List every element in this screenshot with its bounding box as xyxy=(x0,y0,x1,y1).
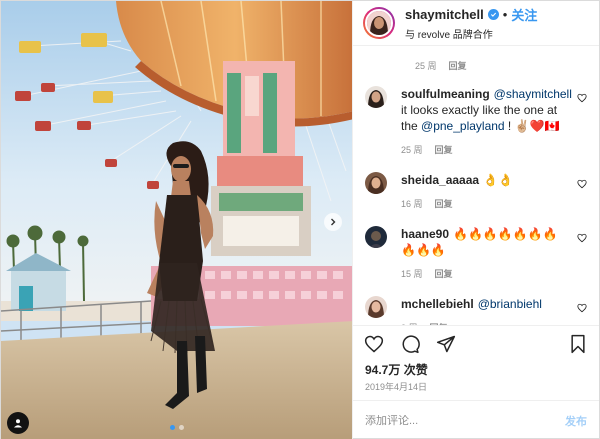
comment-time: 25 周 xyxy=(415,61,437,71)
carousel-dot xyxy=(178,425,184,430)
reply-button[interactable]: 回复 xyxy=(449,59,467,72)
mention-link[interactable]: @shaymitchell xyxy=(494,87,572,101)
paid-partnership-label[interactable]: 与 revolve 品牌合作 xyxy=(405,26,537,41)
add-comment-bar: 发布 xyxy=(353,400,599,439)
comment-time: 3 周 xyxy=(401,320,418,325)
follow-button[interactable]: 关注 xyxy=(511,5,537,24)
comment-meta: 15 周 回复 xyxy=(401,266,569,282)
comment-time: 16 周 xyxy=(401,199,423,209)
comment-time: 25 周 xyxy=(401,145,423,155)
commenter-username[interactable]: sheida_aaaaa xyxy=(401,173,479,187)
reply-button[interactable]: 回复 xyxy=(435,142,453,158)
comment-time: 15 周 xyxy=(401,269,423,279)
post-action-bar xyxy=(353,325,599,361)
publish-button[interactable]: 发布 xyxy=(565,413,587,429)
commenter-avatar[interactable] xyxy=(365,172,387,194)
commenter-username[interactable]: mchellebiehl xyxy=(401,297,474,311)
user-tag-icon[interactable] xyxy=(7,412,29,434)
bookmark-icon[interactable] xyxy=(567,333,589,355)
comment-meta: 25 周 回复 xyxy=(365,46,587,72)
comment-item: sheida_aaaaa 👌👌 16 周 回复 xyxy=(365,172,587,212)
post-side-panel: shaymitchell • 关注 与 revolve 品牌合作 25 周 回复 xyxy=(352,1,599,439)
heart-outline-icon[interactable] xyxy=(363,333,385,355)
verified-badge-icon xyxy=(487,9,499,20)
like-count[interactable]: 94.7万 次赞 xyxy=(353,361,599,378)
comment-item: mchellebiehl @brianbiehl 3 周 回复 xyxy=(365,296,587,325)
post-photo[interactable] xyxy=(1,1,352,439)
carousel-dot-active xyxy=(169,425,175,430)
comment-item: soulfulmeaning @shaymitchell it looks exa… xyxy=(365,86,587,158)
comment-like-heart-icon[interactable] xyxy=(577,90,587,108)
comment-item: haane90 🔥🔥🔥🔥🔥🔥🔥🔥🔥🔥 15 周 回复 xyxy=(365,226,587,282)
separator-dot: • xyxy=(502,7,508,22)
comment-text: 👌👌 xyxy=(483,173,513,187)
reply-button[interactable]: 回复 xyxy=(435,266,453,282)
commenter-avatar[interactable] xyxy=(365,296,387,318)
comments-list[interactable]: 25 周 回复 soulfulmeaning @shaymitchell it l… xyxy=(353,46,599,325)
carnival-photo-illustration xyxy=(1,1,352,439)
comment-bubble-icon[interactable] xyxy=(399,333,421,355)
post-date: 2019年4月14日 xyxy=(365,382,428,392)
post-header: shaymitchell • 关注 与 revolve 品牌合作 xyxy=(353,1,599,46)
next-photo-arrow-icon[interactable] xyxy=(324,213,342,231)
commenter-username[interactable]: soulfulmeaning xyxy=(401,87,490,101)
commenter-avatar[interactable] xyxy=(365,226,387,248)
reply-button[interactable]: 回复 xyxy=(430,320,448,325)
instagram-post: shaymitchell • 关注 与 revolve 品牌合作 25 周 回复 xyxy=(0,0,600,439)
comment-meta: 3 周 回复 xyxy=(401,320,569,325)
commenter-username[interactable]: haane90 xyxy=(401,227,449,241)
comment-meta: 16 周 回复 xyxy=(401,196,569,212)
mention-link[interactable]: @brianbiehl xyxy=(478,297,542,311)
comment-text: ! ✌🏼❤️🇨🇦 xyxy=(504,119,560,133)
commenter-avatar[interactable] xyxy=(365,86,387,108)
reply-button[interactable]: 回复 xyxy=(435,196,453,212)
carousel-indicator xyxy=(1,425,352,430)
comment-like-heart-icon[interactable] xyxy=(577,300,587,318)
comment-like-heart-icon[interactable] xyxy=(577,176,587,194)
comment-meta: 25 周 回复 xyxy=(401,142,572,158)
comment-input[interactable] xyxy=(365,414,565,427)
comment-like-heart-icon[interactable] xyxy=(577,230,587,248)
author-username[interactable]: shaymitchell xyxy=(405,7,484,22)
paper-plane-icon[interactable] xyxy=(435,333,457,355)
author-avatar[interactable] xyxy=(363,7,395,39)
mention-link[interactable]: @pne_playland xyxy=(421,119,505,133)
